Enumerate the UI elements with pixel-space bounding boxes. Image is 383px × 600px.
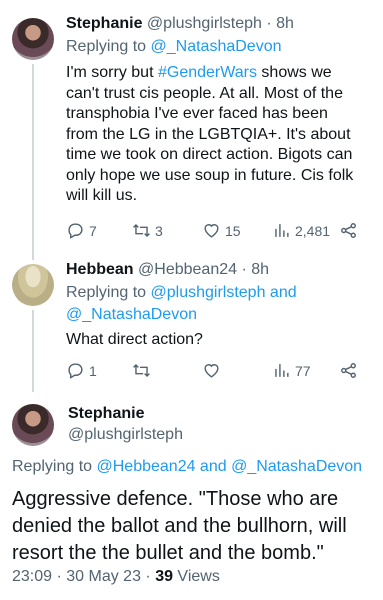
tweet-meta: 23:09 · 30 May 23 · 39 Views <box>12 568 220 586</box>
handle-row: @plushgirlsteph <box>68 426 183 444</box>
text-line: denied the ballot and the bullhorn, will <box>12 515 347 537</box>
mention-link[interactable]: @_NatashaDevon <box>66 306 197 323</box>
handle[interactable]: @plushgirlsteph <box>68 426 183 443</box>
timestamp[interactable]: 23:09 · 30 May 23 · <box>12 568 155 585</box>
reply-count: 7 <box>89 222 97 239</box>
display-name[interactable]: Hebbean <box>66 261 134 278</box>
reply-button[interactable]: 1 <box>66 361 97 380</box>
like-button[interactable] <box>202 361 225 380</box>
text-line: What direct action? <box>66 331 203 348</box>
text-line: can't trust cis people. At all. Most of … <box>66 84 343 102</box>
like-icon <box>204 364 219 378</box>
views-count: 2,481 <box>295 222 331 239</box>
handle[interactable]: @plushgirlsteph <box>147 15 262 32</box>
text-line: Aggressive defence. "Those who are <box>12 488 339 510</box>
mention-joiner: and <box>265 284 297 301</box>
like-button[interactable]: 15 <box>202 221 241 240</box>
reply-count: 1 <box>89 362 97 379</box>
tweet-text: Aggressive defence. "Those who are denie… <box>12 486 382 567</box>
text-line: from the LG in the LGBTQIA+. It's about <box>66 125 351 143</box>
replying-to: Replying to @_NatashaDevon <box>66 38 281 56</box>
share-button[interactable] <box>339 361 358 380</box>
views-button[interactable]: 2,481 <box>272 221 330 240</box>
avatar[interactable] <box>12 404 54 446</box>
text-line: will kill us. <box>66 187 138 204</box>
views-icon <box>275 224 289 237</box>
retweet-button[interactable]: 3 <box>132 221 163 240</box>
share-icon <box>341 363 356 378</box>
reply-icon <box>68 363 83 379</box>
like-icon <box>204 224 219 238</box>
retweet-icon <box>133 363 150 378</box>
views-count: 39 <box>155 568 173 585</box>
views-button[interactable]: 77 <box>272 361 311 380</box>
text-span: shows we <box>256 64 332 81</box>
share-icon <box>341 223 356 238</box>
text-line: only hope we use soup in future. Cis fol… <box>66 166 354 184</box>
tweet-actions: 7 3 15 2,481 <box>66 221 366 241</box>
replying-label: Replying to <box>66 284 147 301</box>
display-name-row: Stephanie <box>68 405 144 423</box>
replying-label: Replying to <box>66 38 147 55</box>
handle[interactable]: @Hebbean24 <box>138 261 237 278</box>
retweet-button[interactable] <box>132 361 155 380</box>
replying-label: Replying to <box>12 458 93 475</box>
thread-line <box>32 310 34 392</box>
text-line: time we took on direct action. Bigots ca… <box>66 146 353 163</box>
views-count: 77 <box>295 362 311 379</box>
mention-link[interactable]: @plushgirlsteph <box>151 284 266 301</box>
timestamp[interactable]: · 8h <box>266 15 294 32</box>
views-label: Views <box>172 568 220 585</box>
replying-to: Replying to @Hebbean24 and @_NatashaDevo… <box>12 458 362 476</box>
thread-line <box>32 64 34 260</box>
tweet-actions: 1 77 <box>66 361 366 381</box>
mention-link[interactable]: @Hebbean24 <box>97 458 196 475</box>
display-name[interactable]: Stephanie <box>68 405 144 422</box>
text-span: I'm sorry but <box>66 64 158 81</box>
reply-button[interactable]: 7 <box>66 221 97 240</box>
mention-joiner: and <box>195 458 227 475</box>
hashtag-link[interactable]: #GenderWars <box>158 64 257 81</box>
reply-icon <box>68 223 83 239</box>
replying-to-cont: @_NatashaDevon <box>66 306 197 324</box>
text-line: transphobia I've ever faced has been <box>66 105 328 122</box>
tweet-text: What direct action? <box>66 330 376 351</box>
tweet-header: Stephanie @plushgirlsteph · 8h <box>66 15 294 33</box>
retweet-icon <box>133 223 150 238</box>
tweet-header: Hebbean @Hebbean24 · 8h <box>66 261 269 279</box>
avatar[interactable] <box>12 18 54 60</box>
views-icon <box>275 364 289 377</box>
like-count: 15 <box>225 222 241 239</box>
mention-link[interactable]: @_NatashaDevon <box>231 458 362 475</box>
timestamp[interactable]: · 8h <box>241 261 269 278</box>
retweet-count: 3 <box>155 222 163 239</box>
display-name[interactable]: Stephanie <box>66 15 142 32</box>
mention-link[interactable]: @_NatashaDevon <box>151 38 282 55</box>
tweet-text: I'm sorry but #GenderWars shows we can't… <box>66 63 376 207</box>
share-button[interactable] <box>339 221 358 240</box>
text-line: resort the the bullet and the bomb." <box>12 542 324 564</box>
avatar[interactable] <box>12 264 54 306</box>
replying-to: Replying to @plushgirlsteph and <box>66 284 297 302</box>
